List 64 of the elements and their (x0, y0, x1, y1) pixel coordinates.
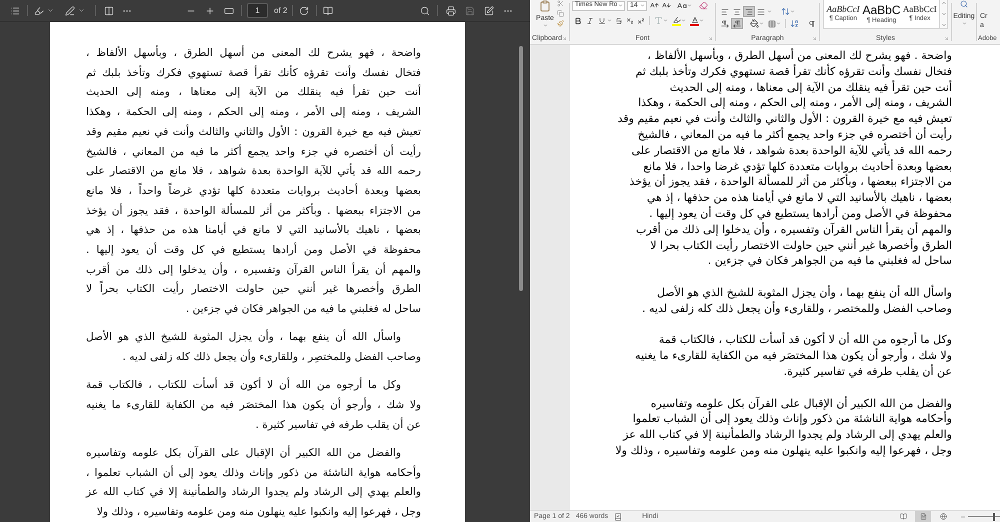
caret-icon[interactable] (687, 3, 692, 8)
caret-icon[interactable] (776, 21, 781, 26)
caret-icon[interactable] (618, 3, 624, 8)
print-icon[interactable] (446, 6, 456, 16)
paragraph: واضحة . فهو يشرح لك المعنى من أسهل الطرق ، وبأسهل الألفاظ ، فتخال نفسك وأنت تقرؤه كأنك تقرأ قصة تستهوي فكرك وتأخذ بلبك ثم أنت حين تقرأ فيه ينقلك من الآية إلى معناها ، ومنه إلى الحديث الشريف ، ومنه إلى الأمر ، ومنه إلى الحكم ، ومنه إلى الحكمة ، وهكذا تعيش فيه مع خيرة القرون : الأول والثاني والثالث وأنت في نعيم مقيم وقد رأيت أن أختصره في جزء واحد يجمع أكثر ما فيه من المعاني ، فالشيخ رحمه الله قد يأتي للآية الواحدة بعدة شواهد ، فلا مانع من الاقتصار على بعضها وبعدة أحاديث بروايات متعددة كلها تؤدي غرضا واحدا ، فلا مانع من الاجتزاء ببعضها ، وبأكثر من أثر للمسألة الواحدة ، فقد يجوز أن يؤخذ بعضها ، ناهيك بالأسانيد التي لا مانع في أيامنا هذه من حذفها ، إذ هي محفوظة في الأصل ومن أرادها يستطيع في كل وقت أن يعود إليها . والمهم أن يقرأ الناس القرآن وتفسيره ، وأن يدخلوا إلى ذلك من أقرب الطرق وأخصرها غير أنني حين حاولت الاختصار رأيت الكتاب بحرا لا ساحل له فغلبني ما فيه من الجواهر فكان في جزءين . (616, 48, 952, 270)
underline-icon[interactable] (598, 16, 606, 24)
paragraph: واسأل الله أن ينفع بهما ، وأن يجزل المثوبة للشيخ الذي هو الأصل وصاحب الفضل وللمختصر ، وللقارىء وأن يجعل ذلك كله زلفى لديه . (641, 284, 952, 317)
search-icon[interactable] (960, 0, 968, 8)
book-icon[interactable] (323, 6, 334, 16)
caret-icon[interactable] (542, 23, 548, 28)
shrink-font-icon[interactable] (662, 1, 671, 10)
paragraph: وكل ما أرجوه من الله أن لا أكون قد أسأت للكتاب ، فالكتاب قمة ولا شك ، وأرجو أن يكون هذا المختصَر فيه من الكفاية للقارىء ما يغنيه عن أن يقلب طرفه في تفاسير كثيرة . (86, 376, 421, 433)
print-layout-button[interactable] (915, 511, 931, 522)
grid-icon[interactable] (768, 20, 776, 28)
caret-icon[interactable] (962, 21, 966, 26)
columns-icon[interactable] (104, 6, 114, 16)
superscript-icon[interactable] (637, 16, 645, 24)
line-spacing-icon[interactable] (781, 7, 790, 16)
paintbrush-icon[interactable] (557, 20, 564, 27)
scissors-icon[interactable] (557, 0, 564, 7)
paragraph: والفضل من الله الكبير أن الإقبال على القرآن بكل علومه وتفاسيره وأحكامه هواية الناشئة من ذكور وإناث وذلك يعود إلى أن الشباب تعلموا ، والعلم يهدي إلى الرشاد ولم يجدوا الرشاد والطمأنينة إلا في كتاب الله عز وجل ، فهرعوا إليه وانكبوا عليه ينهلون منه ومن علومه وتفاسيره ، وذلك ولا (86, 444, 421, 520)
highlighter-icon[interactable] (672, 16, 681, 26)
strikethrough-icon[interactable] (615, 16, 623, 24)
zoom-in-icon[interactable] (205, 6, 215, 16)
paragraph: وكل ما أرجوه من الله أن لا أكون قد أسأت للكتاب ، فالكتاب قمة ولا شك ، وأرجو أن يكون هذا المختصَر فيه من الكفاية للقارىء ما يغنيه عن أن يقلب طرفه في تفاسير كثيرة. (634, 332, 952, 380)
eraser-icon[interactable] (699, 1, 708, 10)
fit-page-icon[interactable] (224, 6, 234, 16)
caret-icon[interactable] (699, 18, 704, 23)
change-case-icon[interactable] (677, 0, 687, 10)
bold-icon[interactable] (574, 16, 582, 24)
caret-icon[interactable] (790, 9, 795, 14)
subscript-icon[interactable] (626, 16, 634, 24)
proofing-icon[interactable] (614, 512, 622, 520)
caret-icon[interactable] (767, 9, 772, 14)
web-layout-icon[interactable] (940, 513, 946, 520)
page-count: of 2 (274, 4, 288, 16)
rotate-icon[interactable] (299, 6, 310, 16)
clipboard-icon[interactable] (539, 0, 551, 12)
page-number-field[interactable]: 1 (247, 3, 268, 18)
paint-bucket-icon[interactable] (750, 19, 759, 28)
contents-icon[interactable] (10, 6, 20, 16)
scrollbar-thumb[interactable] (519, 46, 523, 291)
paragraph: والفضل من الله الكبير أن الإقبال على القرآن بكل علومه وتفاسيره وأحكامه هواية الناشئة من ذكور وإناث وذلك يعود إلى أن الشباب تعلموا والعلم يهدي إلى الرشاد ولم يجدوا الرشاد والطمأنينة إلا في كتاب الله عز وجل ، فهرعوا إليه وانكبوا عليه ينهلون منه ومن علومه وتفاسيره ، وذلك ولا (614, 396, 952, 459)
caret-icon[interactable] (607, 18, 612, 23)
caret-icon[interactable] (759, 21, 764, 26)
caret-icon[interactable] (681, 18, 686, 23)
highlighter-icon[interactable] (34, 6, 44, 16)
grow-font-icon[interactable] (650, 1, 659, 10)
caret-icon[interactable] (78, 7, 85, 14)
pilcrow-icon[interactable] (808, 20, 816, 28)
zoom-slider[interactable] (968, 512, 1000, 520)
slider-thumb[interactable] (992, 512, 995, 520)
read-mode-icon[interactable] (900, 513, 906, 520)
edit-icon[interactable] (484, 6, 494, 16)
font-color-icon[interactable] (690, 16, 699, 26)
paragraph: واسأل الله أن ينفع بهما ، وأن يجزل المثوبة للشيخ الذي هو الأصل وصاحب الفضل وللمختصِر ، وللقارىء وأن يجعل ذلك كله زلفى لديه . (86, 328, 421, 366)
caret-icon[interactable] (640, 3, 645, 8)
sort-icon[interactable] (790, 19, 799, 28)
caret-icon[interactable] (47, 7, 54, 14)
print-layout-icon[interactable] (920, 513, 926, 520)
paragraph: واضحة ، فهو يشرح لك المعنى من أسهل الطرق ، وبأسهل الألفاظ ، فتخال نفسك وأنت تقرؤه كأنك تقرأ قصة تستهوي فكرك وتأخذ بلبك ثم أنت حين تقرأ فيه ينقلك من الآية إلى معناها ، ومنه إلى الحديث الشريف ، ومنه إلى الأمر ، ومنه إلى الحكم ، ومنه إلى الحكمة ، وهكذا تعيش فيه مع خيرة القرون : الأول والثاني والثالث وأنت في نعيم مقيم وقد رأيت أن أختصره في جزء واحد يجمع أكثر ما فيه من المعاني ، فالشيخ رحمه الله قد يأتي للآية الواحدة بعدة شواهد ، فلا مانع من الاقتصار على بعضها وبعدة أحاديث بروايات متعددة كلها تؤدي غرضاً واحداً ، فلا مانع من الاجتزاء ببعضها . وبأكثر من أثر للمسألة الواحدة ، فقد يجوز أن يؤخذ بعضها ، ناهيك بالأسانيد التي لا مانع في أيامنا هذه من حذفها ، إذ هي محفوظة في الأصل ومن أرادها يستطيع في كل وقت أن يعود إليها . والمهم أن يقرأ الناس القرآن وتفسيره ، وأن يدخلوا إلى ذلك من أقرب الطرق وأخصرها غير أنني حين حاولت الاختصار رأيت الكتاب بحراً لا ساحل له فغلبني ما فيه من الجواهر فكان في جزءين . (86, 44, 421, 318)
caret-icon[interactable] (663, 18, 668, 23)
italic-icon[interactable] (586, 16, 594, 24)
pen-icon[interactable] (65, 6, 75, 16)
